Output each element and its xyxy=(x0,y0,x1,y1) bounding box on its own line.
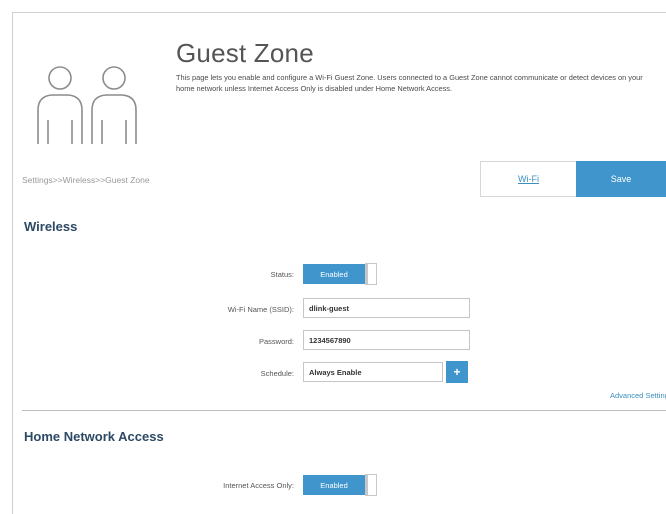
guest-users-icon xyxy=(37,66,137,144)
save-button[interactable]: Save xyxy=(576,161,666,197)
tab-bar: Wi-Fi Save xyxy=(480,161,666,197)
status-toggle-value: Enabled xyxy=(303,264,365,284)
internet-access-only-value: Enabled xyxy=(303,475,365,495)
add-schedule-button[interactable]: + xyxy=(446,361,468,383)
advanced-settings-link[interactable]: Advanced Settings xyxy=(610,391,666,400)
schedule-label: Schedule: xyxy=(260,369,294,378)
password-input[interactable]: 1234567890 xyxy=(303,330,470,350)
section-divider xyxy=(22,410,666,411)
breadcrumb: Settings>>Wireless>>Guest Zone xyxy=(22,175,150,185)
home-network-section-title: Home Network Access xyxy=(24,429,164,444)
status-toggle[interactable]: Enabled xyxy=(303,263,377,285)
ssid-label: Wi-Fi Name (SSID): xyxy=(227,305,294,314)
page-description: This page lets you enable and configure … xyxy=(176,73,643,93)
page-title: Guest Zone xyxy=(176,38,314,68)
wifi-tab-link[interactable]: Wi-Fi xyxy=(480,161,576,197)
internet-access-only-label: Internet Access Only: xyxy=(223,481,294,490)
schedule-select[interactable]: Always Enable xyxy=(303,362,443,382)
status-label: Status: xyxy=(270,270,294,279)
password-label: Password: xyxy=(258,337,294,346)
status-toggle-knob xyxy=(365,263,377,285)
ssid-input[interactable]: dlink-guest xyxy=(303,298,470,318)
wireless-section-title: Wireless xyxy=(24,219,78,234)
internet-access-only-toggle[interactable]: Enabled xyxy=(303,474,377,496)
internet-access-only-knob xyxy=(365,474,377,496)
